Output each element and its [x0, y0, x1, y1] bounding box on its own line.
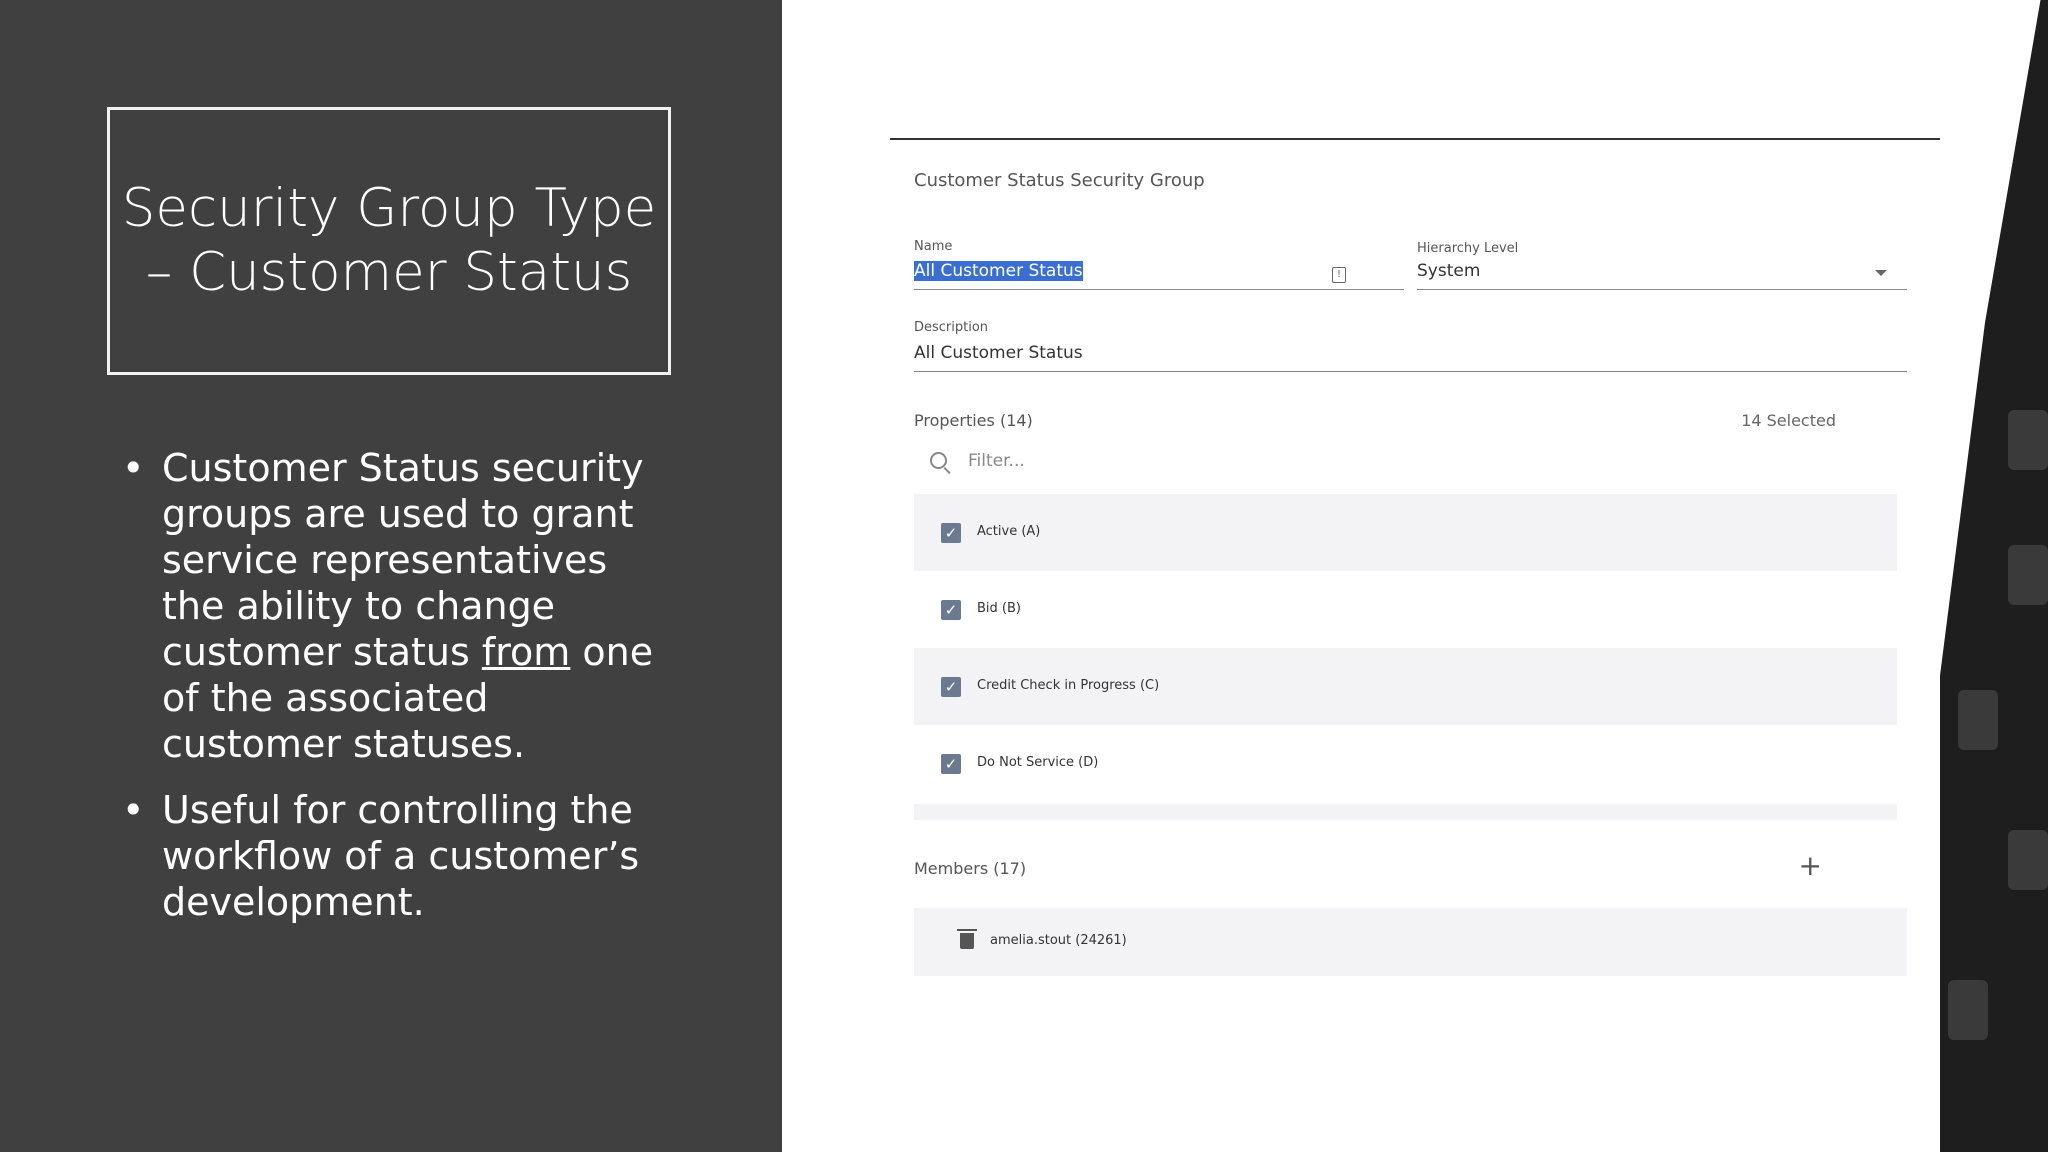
- plus-icon[interactable]: +: [1799, 849, 1822, 882]
- checkbox-checked-icon[interactable]: ✓: [941, 600, 961, 620]
- property-label: Active (A): [977, 524, 1041, 539]
- slide-left-panel: Security Group Type – Customer Status Cu…: [0, 0, 782, 1152]
- property-row[interactable]: ✓ Bid (B): [914, 571, 1897, 648]
- brick-decoration: [1948, 980, 1988, 1040]
- checkbox-checked-icon[interactable]: ✓: [941, 754, 961, 774]
- filter-placeholder: Filter...: [968, 451, 1025, 471]
- hierarchy-select[interactable]: System: [1417, 261, 1907, 290]
- search-icon: [930, 452, 947, 469]
- description-field[interactable]: All Customer Status: [914, 343, 1907, 372]
- hierarchy-label: Hierarchy Level: [1417, 241, 1519, 256]
- properties-label: Properties (14): [914, 411, 1033, 430]
- brick-decoration: [1958, 690, 1998, 750]
- name-label: Name: [914, 239, 953, 254]
- app-screenshot: Customer Status Security Group Name All …: [890, 0, 1940, 1152]
- brick-decoration: [2008, 410, 2048, 470]
- property-row[interactable]: ✓ Credit Check in Progress (C): [914, 648, 1897, 725]
- property-label: Bid (B): [977, 601, 1021, 616]
- header-divider: [890, 138, 1940, 140]
- brick-decoration: [2008, 545, 2048, 605]
- property-label: Credit Check in Progress (C): [977, 678, 1160, 693]
- properties-selected-count: 14 Selected: [1741, 411, 1836, 430]
- checkbox-checked-icon[interactable]: ✓: [941, 523, 961, 543]
- chevron-down-icon[interactable]: [1875, 270, 1887, 276]
- name-value: All Customer Status: [914, 261, 1083, 281]
- description-label: Description: [914, 320, 989, 335]
- member-row: amelia.stout (24261): [914, 908, 1907, 976]
- trash-icon[interactable]: [957, 929, 977, 949]
- slide-bullets: Customer Status security groups are used…: [122, 445, 662, 945]
- hierarchy-value: System: [1417, 261, 1481, 281]
- filter-input[interactable]: Filter...: [930, 448, 1330, 478]
- members-label: Members (17): [914, 859, 1027, 878]
- info-icon[interactable]: !: [1332, 267, 1346, 283]
- checkbox-checked-icon[interactable]: ✓: [941, 677, 961, 697]
- properties-list-end: [914, 804, 1897, 820]
- property-label: Do Not Service (D): [977, 755, 1099, 770]
- property-row[interactable]: ✓ Do Not Service (D): [914, 725, 1897, 802]
- brick-decoration: [2008, 830, 2048, 890]
- bullet-1: Customer Status security groups are used…: [122, 445, 662, 767]
- slide-title: Security Group Type – Customer Status: [121, 178, 657, 303]
- name-field[interactable]: All Customer Status !: [914, 261, 1404, 290]
- member-label: amelia.stout (24261): [990, 933, 1127, 948]
- section-title: Customer Status Security Group: [914, 170, 1205, 191]
- description-value: All Customer Status: [914, 343, 1083, 363]
- slide-title-box: Security Group Type – Customer Status: [107, 107, 671, 375]
- property-row[interactable]: ✓ Active (A): [914, 494, 1897, 571]
- bullet-1-underlined: from: [481, 630, 571, 674]
- bullet-2: Useful for controlling the workflow of a…: [122, 787, 662, 925]
